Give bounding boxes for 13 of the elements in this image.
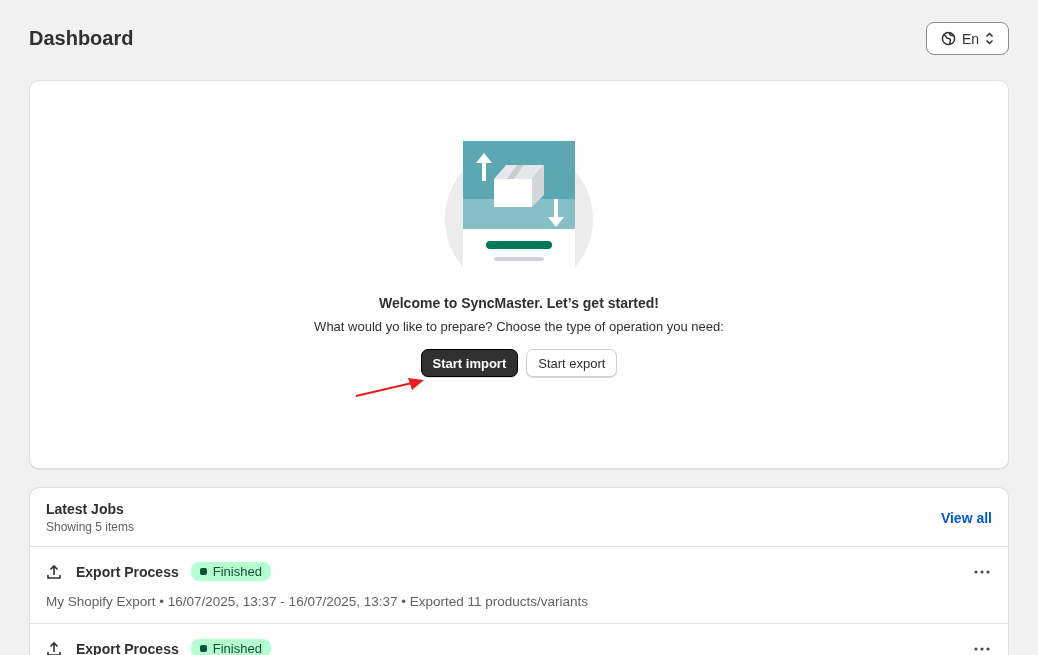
page-title: Dashboard xyxy=(29,27,134,50)
status-badge: Finished xyxy=(190,639,271,655)
welcome-heading: Welcome to SyncMaster. Let’s get started! xyxy=(378,295,660,311)
start-import-button[interactable]: Start import xyxy=(420,349,519,377)
job-details: My Shopify Export • 16/07/2025, 13:37 - 16/07/2025, 13:37 • Exported 11 products/variants xyxy=(46,594,590,609)
language-selector[interactable]: En xyxy=(925,22,1009,55)
start-export-button[interactable]: Start export xyxy=(526,349,618,377)
status-badge: Finished xyxy=(190,562,271,581)
welcome-text: What would yo like to prepare? Choose the type of operation you need: xyxy=(314,319,724,334)
jobs-title: Latest Jobs xyxy=(46,501,125,517)
jobs-subtitle: Showing 5 items xyxy=(46,520,135,534)
job-title: Export Process xyxy=(76,563,179,580)
view-all-link[interactable]: View all xyxy=(940,509,992,526)
